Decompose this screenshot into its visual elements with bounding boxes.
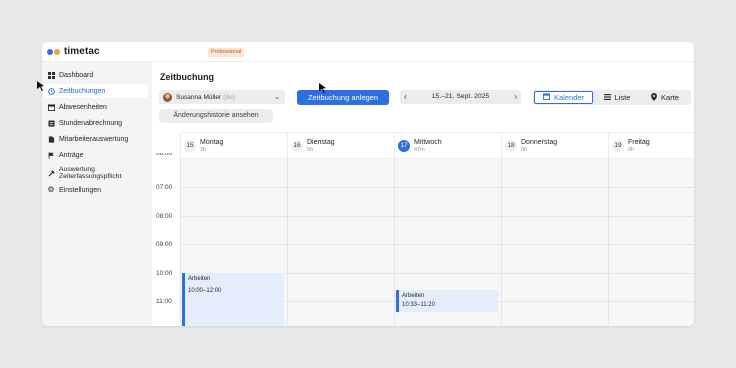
sidebar-item-label: Anträge [59, 151, 84, 159]
day-number: 15 [184, 140, 196, 152]
time-label: 07:00 [156, 184, 173, 191]
plan-badge: Professional [208, 48, 245, 57]
grid-row-line [180, 244, 694, 245]
sidebar-item-label: Dashboard [59, 71, 94, 79]
day-duration: 0h [307, 147, 314, 153]
day-number: 19 [612, 140, 624, 152]
employee-select[interactable]: Susanna Müller (du) ⌄ [159, 90, 285, 104]
calendar: 15 Montag 2h 16 Dienstag 0h 17 Mittwoch … [152, 132, 694, 326]
day-duration: 47m [414, 147, 425, 153]
day-name: Mittwoch [414, 139, 442, 146]
day-number: 18 [505, 140, 517, 152]
view-label: Liste [614, 93, 631, 102]
day-header-monday[interactable]: 15 Montag 2h [180, 133, 287, 159]
event-title: Arbeiten [402, 293, 425, 299]
sidebar-item-label-line2: Zeiterfassungspflicht [59, 173, 122, 180]
day-header-thursday[interactable]: 18 Donnerstag 0h [501, 133, 608, 159]
sidebar-item-dashboard[interactable]: Dashboard [44, 68, 148, 82]
view-list-button[interactable]: Liste [595, 91, 639, 104]
sidebar: Dashboard Zeitbuchungen Abwesenheiten St… [42, 62, 152, 326]
view-label: Karte [661, 93, 679, 102]
top-bar: timetac Professional [42, 42, 694, 62]
sidebar-item-stundenabrechnung[interactable]: Stundenabrechnung [44, 116, 148, 130]
day-name: Dienstag [307, 139, 335, 146]
hammer-icon [47, 169, 55, 177]
logo-text: timetac [64, 46, 100, 57]
gear-icon: ⚙ [47, 185, 55, 194]
sidebar-item-label: Abwesenheiten [59, 103, 107, 111]
time-label: 10:00 [156, 270, 173, 277]
day-name: Freitag [628, 139, 650, 146]
day-header-tuesday[interactable]: 16 Dienstag 0h [287, 133, 394, 159]
change-history-button[interactable]: Änderungshistorie ansehen [159, 109, 273, 123]
time-label: 09:00 [156, 241, 173, 248]
page-title: Zeitbuchung [160, 72, 214, 82]
time-label: 11:00 [156, 298, 172, 305]
view-toggle: Kalender Liste Karte [533, 90, 691, 105]
report-icon [47, 135, 55, 143]
logo-icon [47, 48, 60, 55]
view-map-button[interactable]: Karte [641, 91, 689, 104]
sidebar-item-antraege[interactable]: Anträge [44, 148, 148, 162]
chevron-down-icon: ⌄ [274, 94, 280, 101]
calendar-icon [47, 103, 55, 111]
avatar [163, 92, 172, 102]
day-name: Donnerstag [521, 139, 558, 146]
day-number-today: 17 [398, 140, 410, 152]
chevron-right-icon[interactable]: › [514, 92, 517, 102]
sidebar-item-label: Einstellungen [59, 186, 102, 194]
day-name: Montag [200, 139, 224, 146]
grid-row-line [180, 216, 694, 217]
mouse-cursor-icon [37, 81, 44, 91]
sidebar-item-mitarbeiterauswertung[interactable]: Mitarbeiterauswertung [44, 132, 148, 146]
grid-row-line [180, 187, 694, 188]
calendar-event[interactable]: Arbeiten 10:00–12:00 [182, 273, 284, 326]
sidebar-item-label: Stundenabrechnung [59, 119, 123, 127]
document-icon [47, 119, 55, 127]
sidebar-item-zeitbuchungen[interactable]: Zeitbuchungen [44, 84, 148, 98]
day-duration: 2h [200, 147, 207, 153]
sidebar-item-abwesenheiten[interactable]: Abwesenheiten [44, 100, 148, 114]
event-title: Arbeiten [188, 276, 211, 282]
day-duration: 0h [521, 147, 528, 153]
mouse-cursor-icon [319, 83, 326, 93]
view-label: Kalender [553, 93, 585, 102]
app-window: timetac Professional Dashboard Zeitbuchu… [42, 42, 694, 326]
view-calendar-button[interactable]: Kalender [534, 91, 593, 104]
date-navigator: ‹ 15.–21. Sept. 2025 › [400, 90, 521, 104]
sidebar-item-label: Zeitbuchungen [59, 87, 106, 95]
calendar-event[interactable]: Arbeiten 10:33–11:20 [396, 290, 498, 312]
time-label: 06:00 [156, 153, 173, 157]
event-time: 10:33–11:20 [402, 302, 435, 308]
calendar-icon [542, 93, 550, 102]
main-content: Zeitbuchung Susanna Müller (du) ⌄ Zeitbu… [152, 62, 694, 326]
create-booking-button[interactable]: Zeitbuchung anlegen [297, 90, 389, 105]
dashboard-grid-icon [47, 71, 55, 79]
clock-icon [47, 87, 55, 95]
logo[interactable]: timetac [47, 46, 100, 57]
calendar-grid[interactable]: Arbeiten 10:00–12:00 Arbeiten 10:33–11:2… [180, 159, 694, 326]
employee-suffix: (du) [223, 93, 235, 101]
flag-icon [47, 151, 55, 159]
day-duration: 0h [628, 147, 635, 153]
sidebar-item-auswertung-zeiterfassungspflicht[interactable]: Auswertung Zeiterfassungspflicht [44, 164, 148, 182]
sidebar-item-label: Auswertung [59, 166, 95, 173]
day-header-wednesday[interactable]: 17 Mittwoch 47m [394, 133, 501, 159]
sidebar-item-einstellungen[interactable]: ⚙ Einstellungen [44, 183, 148, 197]
sidebar-item-label-wrap: Auswertung Zeiterfassungspflicht [59, 166, 121, 180]
list-icon [603, 93, 611, 102]
employee-name: Susanna Müller [176, 93, 222, 101]
map-pin-icon [651, 92, 658, 103]
day-header-friday[interactable]: 19 Freitag 0h [608, 133, 694, 159]
event-time: 10:00–12:00 [188, 288, 222, 294]
day-headers: 15 Montag 2h 16 Dienstag 0h 17 Mittwoch … [180, 132, 694, 159]
sidebar-item-label: Mitarbeiterauswertung [59, 135, 129, 143]
day-number: 16 [291, 140, 303, 152]
time-label: 08:00 [156, 213, 173, 220]
date-range: 15.–21. Sept. 2025 [431, 93, 490, 100]
